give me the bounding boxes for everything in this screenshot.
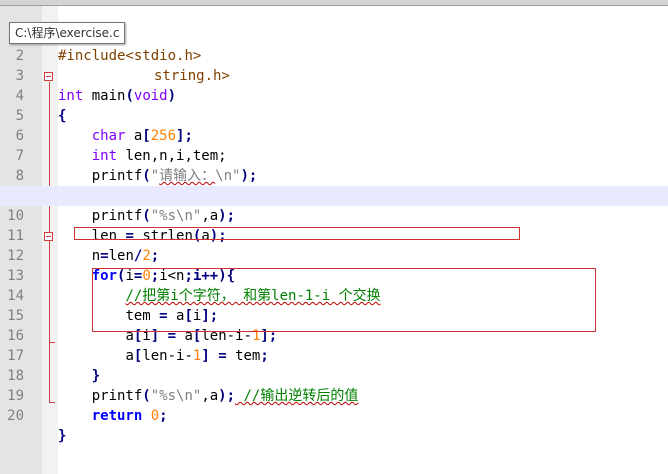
annotation-box-swap-block <box>92 268 596 332</box>
brace: } <box>58 428 67 444</box>
code-line-18[interactable]: 18 printf("%s\n",a); //输出逆转后的值 <box>0 346 668 404</box>
code-line-8[interactable]: 8 gets(a); <box>0 146 668 204</box>
code-line-5[interactable]: 5 char a[256]; <box>0 86 668 144</box>
keyword: return <box>91 408 143 424</box>
semicolon: ; <box>159 408 168 424</box>
code-line-4[interactable]: 4 { <box>0 66 668 124</box>
code-editor[interactable]: 1 #include<stdio.h> 2 string.h> 3 int ma… <box>0 6 668 444</box>
annotation-box-for-loop <box>74 227 520 240</box>
line-number: 20 <box>7 408 24 424</box>
code-line-19[interactable]: 19 return 0; <box>0 366 668 424</box>
file-path-tooltip: C:\程序\exercise.c <box>9 22 126 44</box>
number: 0 <box>142 408 160 424</box>
code-line-9[interactable]: 9 printf("%s\n",a); <box>0 166 668 224</box>
code-line-7[interactable]: 7 printf("请输入：\n"); <box>0 126 668 184</box>
code-line-6[interactable]: 6 int len,n,i,tem; <box>0 106 668 164</box>
code-line-13[interactable]: 13 //把第i个字符， 和第len-1-i 个交换 <box>0 246 668 304</box>
code-line-20[interactable]: 20 } <box>0 386 668 444</box>
code-line-11[interactable]: 11 n=len/2; <box>0 206 668 264</box>
code-line-3[interactable]: 3 int main(void) <box>0 46 668 104</box>
code-line-10[interactable]: 10 len = strlen(a); <box>0 186 668 244</box>
